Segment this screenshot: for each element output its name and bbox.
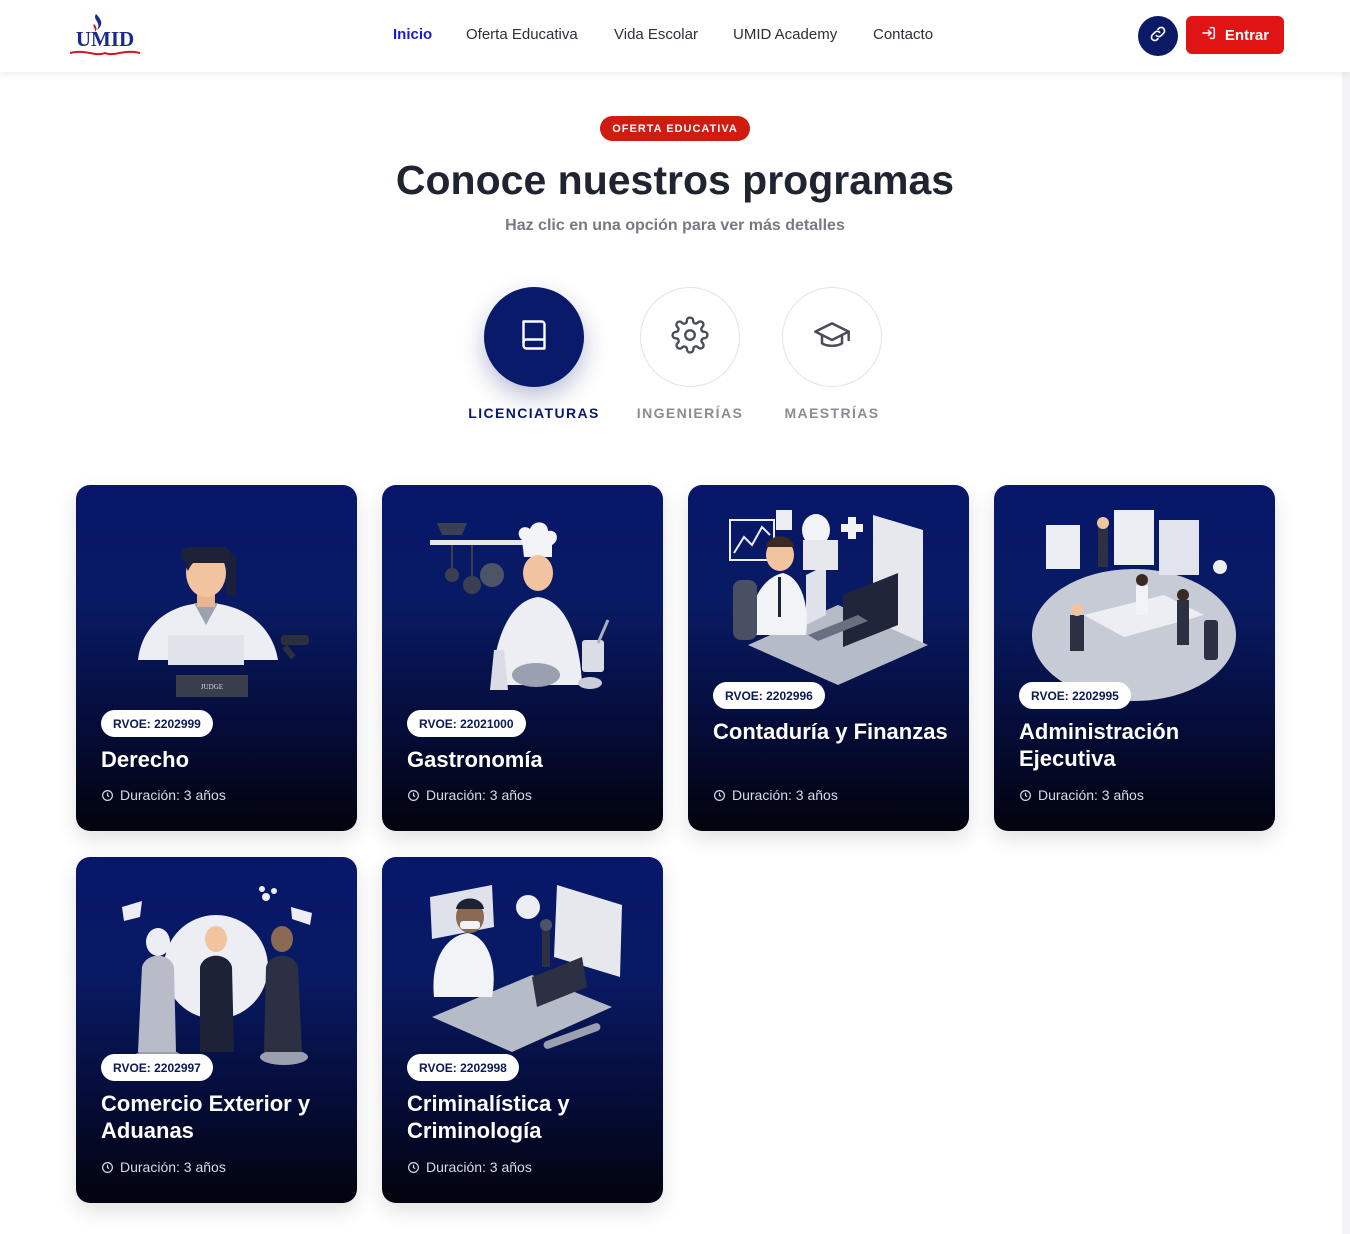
enter-button-label: Entrar — [1224, 26, 1270, 44]
rvoe-badge: RVOE: 2202998 — [407, 1054, 519, 1081]
link-icon — [1148, 24, 1168, 49]
book-icon — [516, 317, 552, 358]
tab-ingenierias[interactable]: INGENIERÍAS — [610, 287, 770, 427]
program-title: Derecho — [101, 747, 190, 772]
tab-licenciaturas[interactable]: LICENCIATURAS — [454, 287, 614, 427]
enter-button[interactable]: Entrar — [1186, 16, 1284, 54]
program-card-administracion[interactable]: RVOE: 2202995 Administración Ejecutiva D… — [994, 485, 1275, 831]
section-badge: OFERTA EDUCATIVA — [600, 116, 750, 141]
login-icon — [1201, 25, 1217, 45]
program-title: Gastronomía — [407, 747, 543, 772]
nav-oferta-educativa[interactable]: Oferta Educativa — [466, 26, 578, 43]
clock-icon — [102, 1161, 113, 1173]
tab-licenciaturas-label: LICENCIATURAS — [468, 405, 600, 421]
tab-licenciaturas-circle[interactable] — [484, 287, 584, 387]
program-title: Criminalística y Criminología — [407, 1091, 570, 1143]
chef-illustration — [430, 522, 610, 690]
tab-maestrias-label: MAESTRÍAS — [784, 405, 880, 421]
tab-maestrias-circle[interactable] — [782, 287, 882, 387]
rvoe-badge: RVOE: 22021000 — [407, 710, 526, 737]
program-card-comercio-exterior[interactable]: RVOE: 2202997 Comercio Exterior y Aduana… — [76, 857, 357, 1203]
tab-maestrias[interactable]: MAESTRÍAS — [752, 287, 912, 427]
program-card-criminalistica[interactable]: RVOE: 2202998 Criminalística y Criminolo… — [382, 857, 663, 1203]
program-card-gastronomia[interactable]: RVOE: 22021000 Gastronomía Duración: 3 a… — [382, 485, 663, 831]
link-button[interactable] — [1138, 16, 1178, 56]
graduation-cap-icon — [812, 315, 852, 360]
rvoe-badge: RVOE: 2202999 — [101, 710, 213, 737]
page-subtitle: Haz clic en una opción para ver más deta… — [505, 217, 845, 234]
program-duration: Duración: 3 años — [101, 1159, 226, 1175]
program-duration: Duración: 3 años — [407, 1159, 532, 1175]
office-team-illustration — [1032, 510, 1236, 701]
gear-icon — [671, 315, 709, 359]
program-duration: Duración: 3 años — [101, 787, 226, 803]
rvoe-badge: RVOE: 2202996 — [713, 682, 825, 709]
nav-contacto[interactable]: Contacto — [873, 26, 933, 43]
clock-icon — [102, 789, 113, 801]
trade-team-illustration — [122, 886, 312, 1065]
program-title: Administración Ejecutiva — [1019, 719, 1180, 771]
rvoe-badge: RVOE: 2202995 — [1019, 682, 1131, 709]
forensic-lab-illustration — [430, 885, 622, 1052]
clock-icon — [714, 789, 725, 801]
program-duration: Duración: 3 años — [713, 787, 838, 803]
rvoe-badge: RVOE: 2202997 — [101, 1054, 213, 1081]
clock-icon — [1020, 789, 1031, 801]
judge-sign-text: JUDGE — [201, 683, 223, 691]
top-navbar: UMID Inicio Oferta Educativa Vida Escola… — [0, 0, 1350, 72]
clock-icon — [408, 789, 419, 801]
clock-icon — [408, 1161, 419, 1173]
program-duration-text: Duración: 3 años — [426, 1159, 532, 1175]
program-card-contaduria[interactable]: RVOE: 2202996 Contaduría y Finanzas Dura… — [688, 485, 969, 831]
program-card-derecho[interactable]: JUDGE RVOE: 2202999 Derecho Duración: 3 … — [76, 485, 357, 831]
program-duration-text: Duración: 3 años — [732, 787, 838, 803]
program-duration: Duración: 3 años — [1019, 787, 1144, 803]
program-title: Comercio Exterior y Aduanas — [101, 1091, 311, 1143]
program-duration-text: Duración: 3 años — [120, 787, 226, 803]
nav-inicio[interactable]: Inicio — [393, 26, 432, 43]
judge-illustration: JUDGE — [138, 547, 309, 697]
program-duration: Duración: 3 años — [407, 787, 532, 803]
accountant-illustration — [729, 510, 928, 685]
nav-umid-academy[interactable]: UMID Academy — [733, 26, 837, 43]
page-title: Conoce nuestros programas — [395, 157, 955, 203]
tab-ingenierias-label: INGENIERÍAS — [636, 405, 744, 421]
program-title: Contaduría y Finanzas — [713, 719, 948, 744]
program-duration-text: Duración: 3 años — [1038, 787, 1144, 803]
tab-ingenierias-circle[interactable] — [640, 287, 740, 387]
nav-vida-escolar[interactable]: Vida Escolar — [614, 26, 698, 43]
program-duration-text: Duración: 3 años — [426, 787, 532, 803]
program-duration-text: Duración: 3 años — [120, 1159, 226, 1175]
